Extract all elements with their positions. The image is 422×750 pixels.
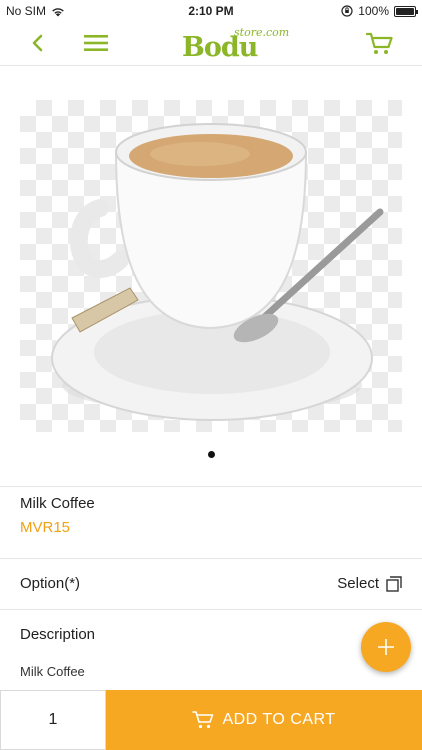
copy-icon bbox=[386, 575, 402, 592]
description-text: Milk Coffee bbox=[20, 664, 85, 679]
store-logo[interactable]: Bodu store.com bbox=[182, 26, 289, 63]
option-label: Option(*) bbox=[20, 575, 81, 592]
orientation-lock-icon bbox=[341, 5, 353, 17]
carousel-indicator bbox=[0, 451, 422, 459]
divider bbox=[0, 558, 422, 559]
quantity-field[interactable]: 1 bbox=[0, 690, 106, 750]
product-image[interactable] bbox=[20, 100, 402, 432]
battery-percent: 100% bbox=[358, 4, 389, 18]
hamburger-icon bbox=[84, 35, 108, 51]
product-price: MVR15 bbox=[20, 519, 71, 536]
cart-bar: 1 ADD TO CART bbox=[0, 690, 422, 750]
plus-icon bbox=[378, 639, 394, 655]
menu-button[interactable] bbox=[84, 33, 108, 58]
coffee-cup-illustration bbox=[51, 123, 384, 421]
add-to-cart-button[interactable]: ADD TO CART bbox=[106, 690, 422, 750]
cart-icon bbox=[192, 711, 214, 729]
description-label: Description bbox=[20, 626, 96, 643]
status-bar: No SIM 2:10 PM 100% bbox=[0, 0, 422, 22]
cart-button[interactable] bbox=[365, 31, 394, 62]
product-name: Milk Coffee bbox=[20, 495, 95, 512]
logo-subtext: store.com bbox=[234, 26, 290, 39]
divider bbox=[0, 609, 422, 610]
add-to-cart-label: ADD TO CART bbox=[222, 711, 336, 728]
cart-icon bbox=[365, 32, 393, 54]
top-nav-bar: Bodu store.com bbox=[0, 22, 422, 66]
battery-icon bbox=[394, 5, 418, 17]
add-fab-button[interactable] bbox=[361, 622, 411, 672]
option-select-label: Select bbox=[337, 575, 379, 592]
option-select-button[interactable]: Select bbox=[337, 575, 402, 592]
carousel-dot-active bbox=[207, 451, 215, 458]
divider bbox=[0, 486, 422, 487]
back-button[interactable] bbox=[26, 31, 50, 60]
chevron-left-icon bbox=[32, 34, 43, 52]
